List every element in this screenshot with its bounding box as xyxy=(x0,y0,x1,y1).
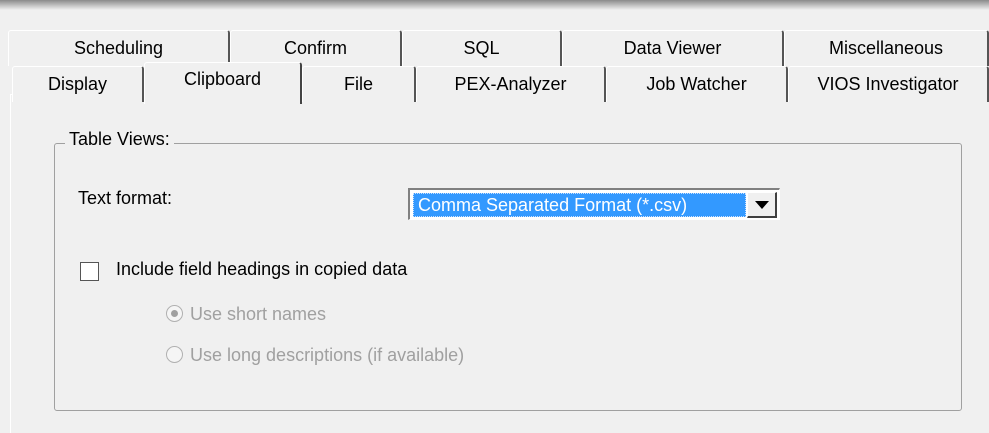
text-format-dropdown[interactable]: Comma Separated Format (*.csv) xyxy=(408,188,780,220)
include-headings-label: Include field headings in copied data xyxy=(116,259,408,279)
tab-label: Miscellaneous xyxy=(828,38,944,58)
tab-label: SQL xyxy=(463,38,500,58)
chevron-down-icon xyxy=(754,200,769,209)
radio-short-names-label: Use short names xyxy=(190,304,327,324)
tab-label: VIOS Investigator xyxy=(817,74,959,94)
tab-job-watcher[interactable]: Job Watcher xyxy=(606,66,788,102)
tab-data-viewer[interactable]: Data Viewer xyxy=(562,30,784,66)
tab-display[interactable]: Display xyxy=(12,66,144,102)
dropdown-button[interactable] xyxy=(747,192,777,218)
tab-label: Scheduling xyxy=(73,38,164,58)
tab-row-front: Display Clipboard File PEX-Analyzer Job … xyxy=(0,62,989,104)
tab-row-back: Scheduling Confirm SQL Data Viewer Misce… xyxy=(0,30,989,66)
text-format-selected-value: Comma Separated Format (*.csv) xyxy=(413,193,746,217)
tab-file[interactable]: File xyxy=(302,66,416,102)
tab-label: Display xyxy=(47,74,108,94)
tab-confirm[interactable]: Confirm xyxy=(230,30,402,66)
tab-label: Confirm xyxy=(283,38,347,58)
tab-scheduling[interactable]: Scheduling xyxy=(8,30,230,66)
tab-label: PEX-Analyzer xyxy=(454,74,567,94)
tab-vios-investigator[interactable]: VIOS Investigator xyxy=(788,66,989,102)
radio-long-descriptions-label: Use long descriptions (if available) xyxy=(190,345,465,365)
tab-clipboard[interactable]: Clipboard xyxy=(144,62,302,104)
tab-label: Clipboard xyxy=(183,69,262,89)
tab-label: Data Viewer xyxy=(623,38,722,58)
tab-label: Job Watcher xyxy=(646,74,747,94)
tab-sql[interactable]: SQL xyxy=(402,30,562,66)
tab-pex-analyzer[interactable]: PEX-Analyzer xyxy=(416,66,606,102)
radio-short-names[interactable] xyxy=(166,305,183,322)
radio-long-descriptions[interactable] xyxy=(166,346,183,363)
radio-selected-dot xyxy=(171,310,178,317)
tab-label: File xyxy=(343,74,373,94)
include-headings-checkbox[interactable] xyxy=(80,262,99,281)
window-top-edge xyxy=(0,0,989,10)
text-format-label: Text format: xyxy=(78,188,173,208)
tab-miscellaneous[interactable]: Miscellaneous xyxy=(784,30,989,66)
group-title: Table Views: xyxy=(65,129,174,150)
